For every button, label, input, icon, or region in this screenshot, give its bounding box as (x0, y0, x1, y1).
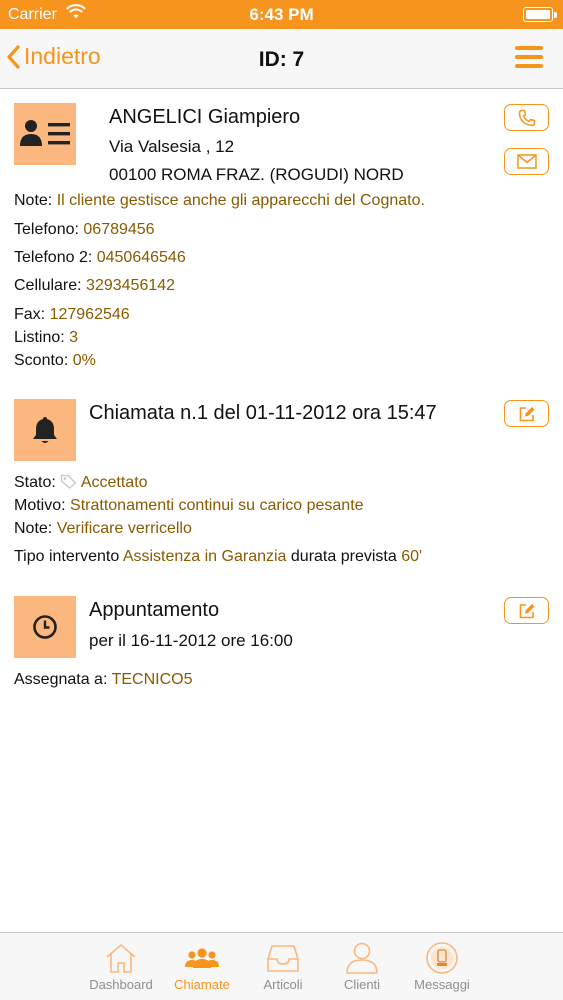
listino-value: 3 (69, 329, 79, 346)
tag-icon (60, 474, 77, 494)
phone2-row: Telefono 2: 0450646546 (14, 249, 186, 266)
person-icon (346, 942, 378, 974)
inbox-icon (267, 945, 299, 972)
phone-icon (518, 109, 535, 126)
edit-icon (519, 406, 534, 421)
status-row: Stato: Accettato (14, 474, 148, 494)
mobile-value[interactable]: 3293456142 (86, 277, 175, 294)
tab-dashboard-label: Dashboard (89, 977, 153, 992)
email-button[interactable] (504, 148, 549, 175)
edit-appointment-button[interactable] (504, 597, 549, 624)
page-title: ID: 7 (258, 48, 305, 71)
message-icon (426, 942, 458, 974)
edit-icon (519, 603, 534, 618)
bell-icon (14, 399, 76, 461)
status-badge: Accettato (80, 474, 148, 491)
fax-row: Fax: 127962546 (14, 306, 130, 323)
tab-articoli-label: Articoli (263, 977, 303, 992)
edit-call-button[interactable] (504, 400, 549, 427)
intervention-row: Tipo intervento Assistenza in Garanzia d… (14, 548, 423, 565)
navigation-bar: Indietro ID: 7 (0, 29, 563, 89)
tab-articoli[interactable]: Articoli (238, 939, 328, 992)
tab-bar: Dashboard Chiamate Articoli Clienti Mess… (0, 932, 563, 1000)
phone-row: Telefono: 06789456 (14, 221, 155, 238)
home-icon (106, 943, 136, 973)
tab-chiamate-label: Chiamate (174, 977, 230, 992)
sconto-row: Sconto: 0% (14, 352, 96, 369)
tab-chiamate[interactable]: Chiamate (157, 939, 247, 992)
envelope-icon (516, 154, 537, 169)
client-note-value: Il cliente gestisce anche gli apparecchi… (56, 192, 425, 209)
phone-value[interactable]: 06789456 (83, 221, 154, 238)
client-note-row: Note: Il cliente gestisce anche gli appa… (14, 192, 425, 209)
client-name: ANGELICI Giampiero (109, 106, 301, 128)
client-city: 00100 ROMA FRAZ. (ROGUDI) NORD (109, 165, 404, 184)
duration-value: 60' (401, 548, 423, 565)
assigned-value: TECNICO5 (111, 671, 193, 688)
assigned-row: Assegnata a: TECNICO5 (14, 671, 193, 688)
status-bar: Carrier 6:43 PM (0, 0, 563, 29)
battery-icon (523, 7, 557, 22)
people-icon (185, 948, 219, 968)
tab-messaggi[interactable]: Messaggi (397, 939, 487, 992)
reason-value: Strattonamenti continui su carico pesant… (70, 497, 364, 514)
phone2-value[interactable]: 0450646546 (97, 249, 186, 266)
tab-clienti[interactable]: Clienti (317, 939, 407, 992)
reason-row: Motivo: Strattonamenti continui su caric… (14, 497, 364, 514)
call-button[interactable] (504, 104, 549, 131)
hamburger-menu-icon[interactable] (515, 46, 543, 70)
listino-row: Listino: 3 (14, 329, 79, 346)
call-title: Chiamata n.1 del 01-11-2012 ora 15:47 (89, 402, 437, 424)
intervention-type-value: Assistenza in Garanzia (122, 548, 287, 565)
clock-time: 6:43 PM (249, 5, 314, 24)
appointment-datetime: per il 16-11-2012 ore 16:00 (89, 631, 293, 650)
tab-messaggi-label: Messaggi (414, 977, 470, 992)
call-note-value: Verificare verricello (56, 520, 192, 537)
appointment-title: Appuntamento (89, 599, 220, 621)
tab-dashboard[interactable]: Dashboard (76, 939, 166, 992)
tab-clienti-label: Clienti (343, 977, 381, 992)
mobile-row: Cellulare: 3293456142 (14, 277, 176, 294)
sconto-value: 0% (72, 352, 96, 369)
contact-card-icon (14, 103, 76, 165)
client-address: Via Valsesia , 12 (109, 137, 235, 156)
call-note-row: Note: Verificare verricello (14, 520, 192, 537)
fax-value: 127962546 (49, 306, 130, 323)
clock-icon (14, 596, 76, 658)
